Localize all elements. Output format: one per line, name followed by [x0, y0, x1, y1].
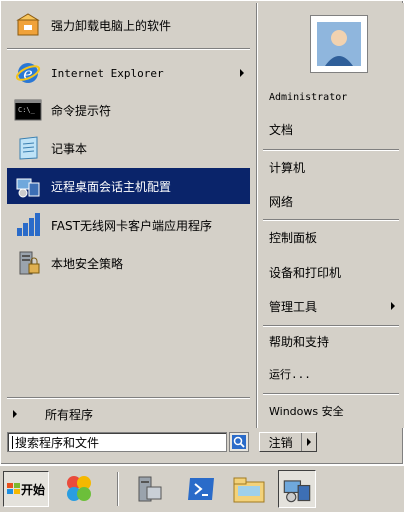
text-caret: [12, 435, 13, 449]
right-item-run[interactable]: 运行...: [265, 360, 401, 388]
all-programs-label: 所有程序: [45, 407, 94, 422]
svg-text:C:\_: C:\_: [18, 106, 36, 114]
taskbar-powershell[interactable]: [182, 470, 220, 508]
remote-desktop-config-icon: [283, 480, 311, 503]
windows-logo-icon: [6, 483, 20, 494]
shutdown-options-button[interactable]: [301, 433, 316, 451]
right-item-label: 管理工具: [269, 299, 318, 314]
start-menu: 强力卸载电脑上的软件 e Internet Explorer C:\_ 命令提示…: [0, 0, 404, 465]
command-prompt-icon: C:\_: [13, 95, 43, 125]
notepad-icon: [13, 133, 43, 163]
right-item-control-panel[interactable]: 控制面板: [265, 223, 401, 251]
menu-item-label: 远程桌面会话主机配置: [51, 179, 172, 194]
menu-item-label: 强力卸载电脑上的软件: [51, 18, 172, 33]
right-item-label: 设备和打印机: [269, 265, 342, 280]
search-bar-area: 搜索程序和文件 注销: [1, 428, 404, 466]
start-label: 开始: [20, 482, 45, 497]
search-icon: [232, 435, 246, 449]
wireless-bars-icon: [13, 210, 43, 240]
divider: [7, 397, 250, 399]
menu-item-label: 命令提示符: [51, 103, 112, 118]
powershell-icon: [188, 478, 214, 500]
start-button[interactable]: 开始: [3, 471, 49, 507]
avatar[interactable]: [310, 15, 368, 73]
user-name-link[interactable]: Administrator: [265, 83, 401, 111]
right-item-documents[interactable]: 文档: [265, 115, 401, 143]
menu-item-command-prompt[interactable]: C:\_ 命令提示符: [7, 92, 250, 128]
colorful-app-icon: [67, 476, 91, 501]
right-item-help-support[interactable]: 帮助和支持: [265, 327, 401, 355]
right-item-computer[interactable]: 计算机: [265, 153, 401, 181]
menu-item-label: 本地安全策略: [51, 256, 124, 271]
divider: [263, 219, 399, 221]
menu-item-label: Internet Explorer: [51, 66, 164, 80]
menu-item-notepad[interactable]: 记事本: [7, 130, 250, 166]
security-policy-icon: [13, 248, 43, 278]
right-item-network[interactable]: 网络: [265, 187, 401, 215]
search-button[interactable]: [229, 432, 249, 452]
left-pane: 强力卸载电脑上的软件 e Internet Explorer C:\_ 命令提示…: [3, 3, 254, 428]
right-item-label: 网络: [269, 194, 294, 209]
menu-item-local-security-policy[interactable]: 本地安全策略: [7, 245, 250, 281]
search-placeholder: 搜索程序和文件: [15, 435, 100, 450]
search-input[interactable]: 搜索程序和文件: [7, 432, 227, 452]
divider: [263, 393, 399, 395]
menu-item-internet-explorer[interactable]: e Internet Explorer: [7, 55, 250, 91]
uninstall-box-icon: [13, 10, 43, 40]
divider: [263, 149, 399, 151]
right-item-label: 控制面板: [269, 230, 318, 245]
all-programs-button[interactable]: 所有程序: [11, 403, 251, 425]
submenu-arrow-icon: [391, 302, 395, 310]
right-pane: Administrator 文档 计算机 网络 控制面板 设备和打印机 管理工具…: [256, 3, 404, 428]
explorer-folder-icon: [233, 477, 265, 503]
taskbar-divider: [117, 472, 119, 506]
remote-desktop-config-icon: [13, 171, 43, 201]
menu-item-remote-desktop-config[interactable]: 远程桌面会话主机配置: [7, 168, 250, 204]
menu-item-fast-wireless[interactable]: FAST无线网卡客户端应用程序: [7, 207, 250, 243]
logoff-label: 注销: [268, 435, 293, 450]
right-item-label: 运行...: [269, 368, 311, 381]
internet-explorer-icon: e: [13, 58, 43, 88]
right-item-admin-tools[interactable]: 管理工具: [265, 292, 401, 320]
taskbar-server-manager[interactable]: [130, 470, 168, 508]
taskbar-explorer[interactable]: [230, 470, 268, 508]
right-item-windows-security[interactable]: Windows 安全: [265, 397, 401, 425]
server-manager-icon: [138, 476, 162, 502]
taskbar-app-colorful[interactable]: [60, 470, 98, 508]
chevron-right-icon: [307, 438, 312, 446]
taskbar: 开始: [0, 465, 404, 512]
right-item-label: 帮助和支持: [269, 334, 330, 349]
logoff-button[interactable]: 注销: [259, 432, 317, 452]
expand-arrow-icon: [13, 410, 17, 418]
divider: [7, 48, 250, 50]
submenu-arrow-icon: [240, 69, 244, 77]
menu-item-label: 记事本: [51, 141, 88, 156]
right-item-label: 计算机: [269, 160, 306, 175]
menu-item-label: FAST无线网卡客户端应用程序: [51, 218, 212, 233]
right-item-devices-printers[interactable]: 设备和打印机: [265, 258, 401, 286]
menu-item-uninstaller[interactable]: 强力卸载电脑上的软件: [7, 7, 250, 43]
right-item-label: Windows 安全: [269, 405, 344, 418]
right-item-label: 文档: [269, 122, 294, 137]
right-item-label: Administrator: [269, 91, 348, 103]
taskbar-remote-desktop-config[interactable]: [278, 470, 316, 508]
